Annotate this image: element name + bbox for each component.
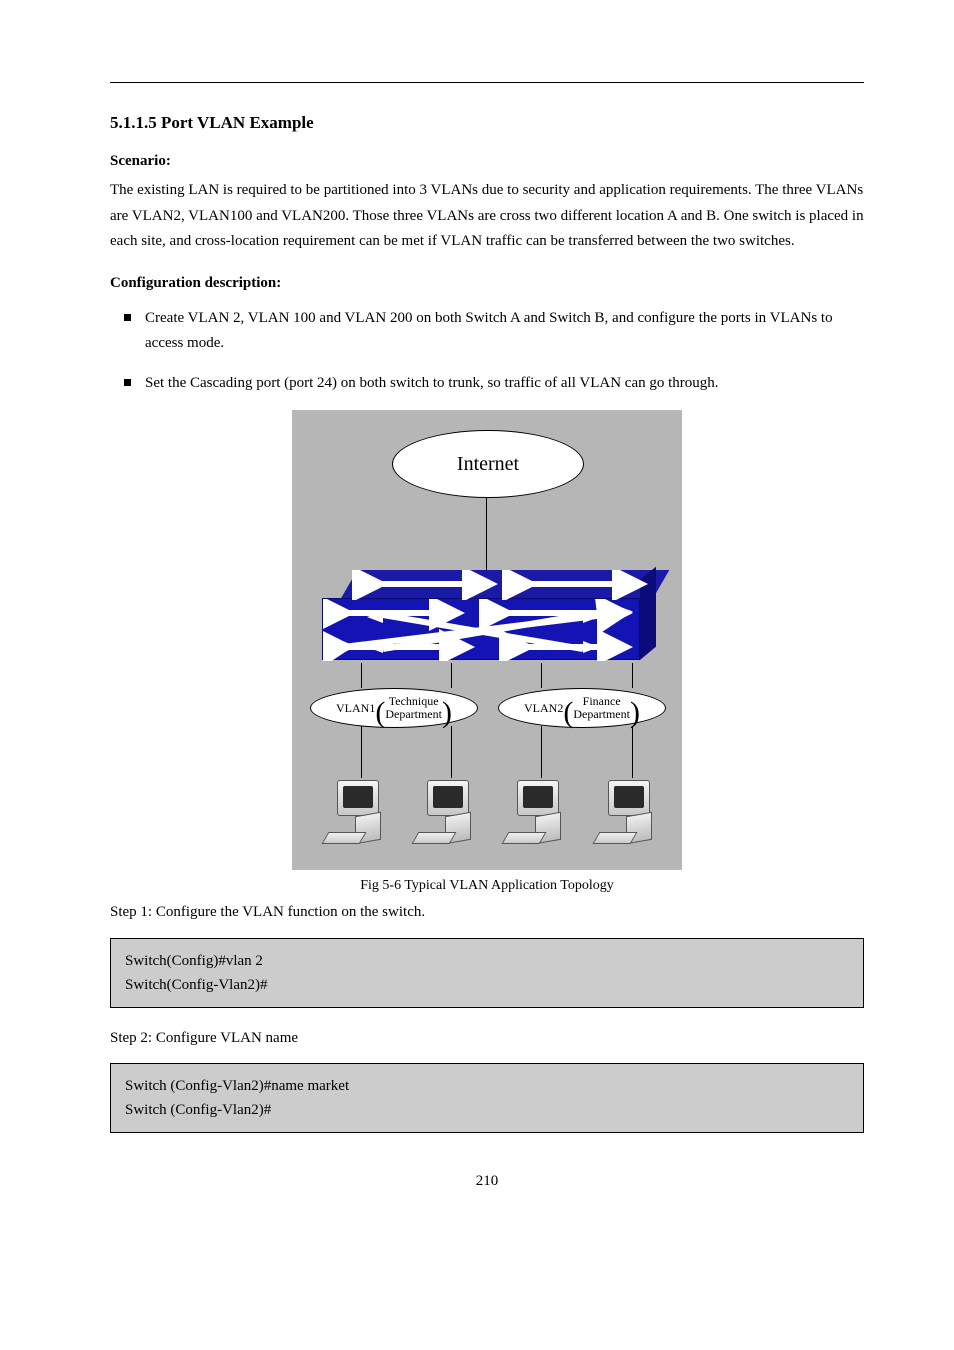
figure: Internet <box>292 410 682 894</box>
connector-line <box>451 726 452 778</box>
bullet-text: Create VLAN 2, VLAN 100 and VLAN 200 on … <box>145 306 864 357</box>
scenario-subheading: Scenario: <box>110 153 864 170</box>
code-block-1: Switch(Config)#vlan 2 Switch(Config-Vlan… <box>110 938 864 1008</box>
pc-icon <box>415 780 475 846</box>
bullet-text: Set the Cascading port (port 24) on both… <box>145 371 719 397</box>
vlan1-node: VLAN1 ( Technique Department ) <box>310 688 478 728</box>
document-page: 5.1.1.5 Port VLAN Example Scenario: The … <box>0 0 954 1250</box>
connector-line <box>541 726 542 778</box>
vlan2-node: VLAN2 ( Finance Department ) <box>498 688 666 728</box>
figure-caption: Fig 5-6 Typical VLAN Application Topolog… <box>292 878 682 894</box>
list-item: Create VLAN 2, VLAN 100 and VLAN 200 on … <box>124 306 864 357</box>
switch-top-arrows-icon <box>336 570 666 600</box>
bullet-icon <box>124 379 131 386</box>
pc-icon <box>596 780 656 846</box>
internet-label: Internet <box>457 453 519 476</box>
switch-device <box>322 570 652 660</box>
connector-line <box>361 663 362 688</box>
header-rule <box>110 82 864 83</box>
step-2-text: Step 2: Configure VLAN name <box>110 1026 864 1052</box>
config-desc-subheading: Configuration description: <box>110 275 864 292</box>
connector-line <box>451 663 452 688</box>
page-number: 210 <box>110 1173 864 1190</box>
connector-line <box>632 726 633 778</box>
list-item: Set the Cascading port (port 24) on both… <box>124 371 864 397</box>
pc-icon <box>505 780 565 846</box>
vlan1-line2: Department <box>385 707 442 721</box>
connector-line <box>361 726 362 778</box>
bullet-list: Create VLAN 2, VLAN 100 and VLAN 200 on … <box>124 306 864 397</box>
connector-line <box>486 498 487 576</box>
vlan2-text: Finance Department <box>573 695 630 720</box>
internet-node: Internet <box>392 430 584 498</box>
bullet-icon <box>124 314 131 321</box>
section-heading: 5.1.1.5 Port VLAN Example <box>110 113 864 133</box>
connector-line <box>632 663 633 688</box>
pc-icon <box>325 780 385 846</box>
vlan1-text: Technique Department <box>385 695 442 720</box>
vlan1-prefix: VLAN1 <box>336 701 375 716</box>
vlan2-prefix: VLAN2 <box>524 701 563 716</box>
vlan2-line2: Department <box>573 707 630 721</box>
scenario-paragraph: The existing LAN is required to be parti… <box>110 178 864 255</box>
network-diagram: Internet <box>292 410 682 870</box>
step-1-text: Step 1: Configure the VLAN function on t… <box>110 900 864 926</box>
switch-cross-icon <box>323 599 641 661</box>
code-block-2: Switch (Config-Vlan2)#name market Switch… <box>110 1063 864 1133</box>
connector-line <box>541 663 542 688</box>
